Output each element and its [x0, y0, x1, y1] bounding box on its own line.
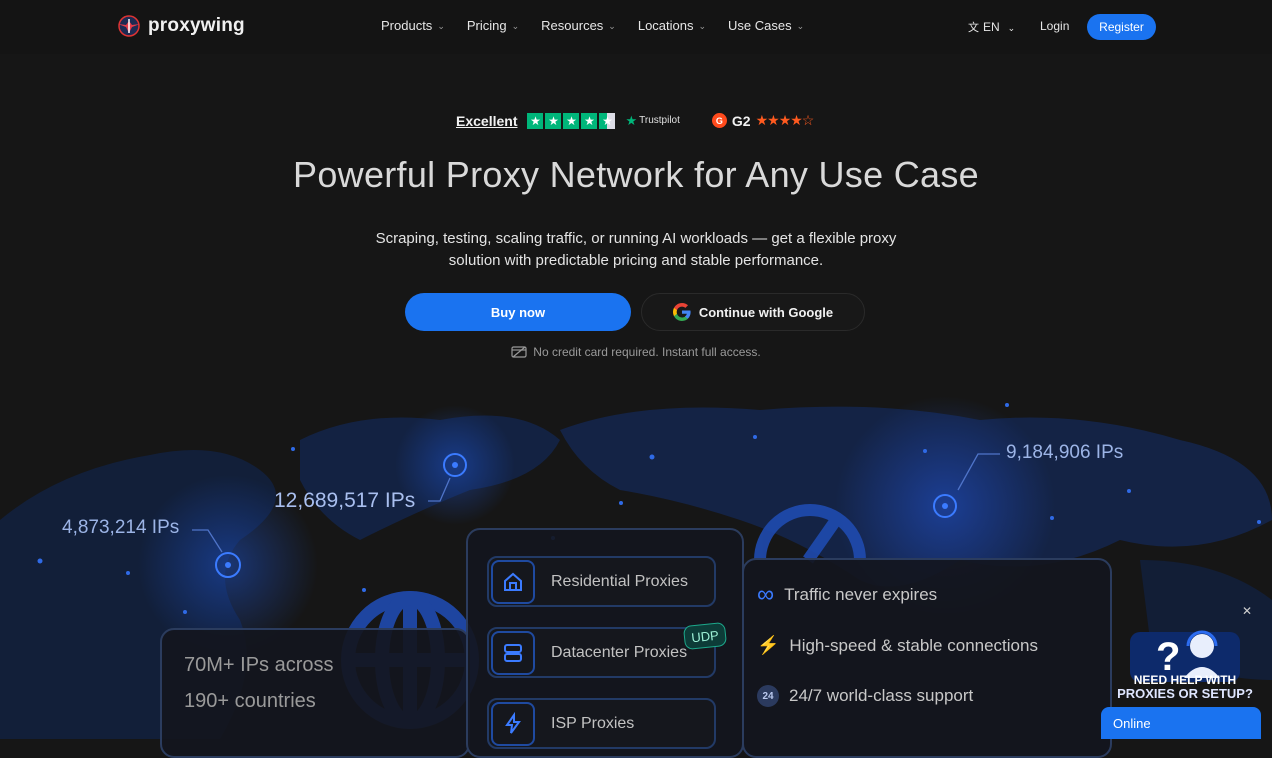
trustpilot-rating-text[interactable]: Excellent — [456, 113, 517, 129]
hero-subtitle: Scraping, testing, scaling traffic, or r… — [0, 228, 1272, 272]
menu-use-cases[interactable]: Use Cases ⌄ — [728, 18, 804, 33]
24-icon: 24 — [757, 685, 779, 707]
trustpilot-star-icon: ★ — [625, 112, 638, 128]
feature-label: 24/7 world-class support — [789, 686, 974, 705]
help-widget-text[interactable]: NEED HELP WITH PROXIES OR SETUP? — [1110, 673, 1260, 701]
ratings-row: Excellent ★ ★ ★ ★ ★ ★ Trustpilot G G2 ★★… — [456, 112, 815, 129]
star-icon: ★ — [581, 112, 598, 129]
google-signin-button[interactable]: Continue with Google — [641, 293, 865, 331]
buy-now-button[interactable]: Buy now — [405, 293, 631, 331]
product-card-isp[interactable]: ISP Proxies — [487, 698, 716, 749]
language-label: EN — [983, 20, 1000, 34]
register-button[interactable]: Register — [1087, 14, 1156, 40]
feature-speed: ⚡ High-speed & stable connections — [757, 635, 1038, 656]
chevron-down-icon: ⌄ — [511, 21, 520, 31]
top-nav: proxywing Products ⌄ Pricing ⌄ Resources ⌄ … — [0, 0, 1272, 54]
server-icon — [491, 630, 535, 675]
login-link[interactable]: Login — [1040, 19, 1069, 33]
chevron-down-icon: ⌄ — [608, 21, 616, 31]
chat-online-bar[interactable]: Online — [1101, 707, 1261, 739]
g2-rating[interactable]: G G2 ★★★★☆ — [711, 112, 815, 129]
chevron-down-icon: ⌄ — [1007, 22, 1016, 33]
menu-label: Pricing — [466, 18, 507, 33]
product-card-datacenter[interactable]: Datacenter Proxies — [487, 627, 716, 678]
menu-resources[interactable]: Resources ⌄ — [541, 18, 616, 33]
wing-logo-icon — [118, 15, 140, 37]
brand-logo[interactable]: proxywing — [116, 13, 245, 39]
g2-logo-icon: G — [711, 113, 727, 128]
feature-label: High-speed & stable connections — [789, 635, 1038, 655]
language-selector[interactable]: 文 EN ⌄ — [968, 19, 1015, 35]
g2-stars: ★★★★☆ — [755, 112, 815, 128]
trustpilot-label: Trustpilot — [639, 115, 680, 126]
star-icon: ★ — [545, 112, 562, 129]
help-line-1: NEED HELP WITH — [1133, 673, 1237, 687]
lightning-icon: ⚡ — [757, 635, 780, 655]
menu-label: Use Cases — [728, 18, 792, 33]
star-icon: ★ — [599, 112, 616, 129]
stat-line-2: 190+ countries — [184, 690, 316, 712]
main-menu: Products ⌄ Pricing ⌄ Resources ⌄ Locations ⌄… — [381, 18, 804, 33]
close-icon[interactable]: ✕ — [1242, 604, 1252, 618]
subtitle-line: solution with predictable pricing and st… — [448, 252, 824, 269]
ip-count-center: 12,689,517 IPs — [274, 489, 416, 512]
page-title: Powerful Proxy Network for Any Use Case — [293, 154, 979, 195]
star-icon: ★ — [527, 112, 544, 129]
feature-traffic: ∞ Traffic never expires — [757, 581, 938, 608]
subtitle-line: Scraping, testing, scaling traffic, or r… — [375, 230, 897, 247]
feature-support: 24 24/7 world-class support — [757, 685, 973, 707]
chevron-down-icon: ⌄ — [796, 21, 805, 31]
translate-icon: 文 — [968, 22, 979, 34]
chevron-down-icon: ⌄ — [698, 21, 707, 31]
ip-count-right: 9,184,906 IPs — [1006, 442, 1124, 463]
home-icon — [491, 559, 535, 604]
brand-name: proxywing — [148, 15, 245, 36]
note-text: No credit card required. Instant full ac… — [533, 345, 761, 359]
product-label: ISP Proxies — [551, 714, 635, 732]
trustpilot-logo[interactable]: ★ Trustpilot — [625, 113, 679, 129]
google-button-label: Continue with Google — [698, 304, 834, 320]
no-card-note: No credit card required. Instant full ac… — [0, 345, 1272, 359]
menu-pricing[interactable]: Pricing ⌄ — [467, 18, 519, 33]
feature-label: Traffic never expires — [784, 585, 938, 604]
menu-products[interactable]: Products ⌄ — [381, 18, 445, 33]
chevron-down-icon: ⌄ — [437, 21, 445, 31]
infinity-icon: ∞ — [757, 581, 775, 608]
product-label: Datacenter Proxies — [551, 643, 688, 661]
stat-line-1: 70M+ IPs across — [184, 654, 334, 676]
g2-label: G2 — [731, 112, 751, 129]
udp-badge: UDP — [682, 621, 728, 651]
menu-label: Locations — [637, 18, 694, 33]
product-card-residential[interactable]: Residential Proxies — [487, 556, 716, 607]
menu-label: Resources — [541, 18, 604, 33]
star-icon: ★ — [563, 112, 580, 129]
menu-locations[interactable]: Locations ⌄ — [638, 18, 706, 33]
product-label: Residential Proxies — [551, 572, 688, 590]
google-icon — [672, 303, 691, 321]
help-line-2: PROXIES OR SETUP? — [1117, 686, 1253, 701]
ip-count-left: 4,873,214 IPs — [62, 517, 180, 538]
menu-label: Products — [381, 18, 433, 33]
card-off-icon — [511, 346, 527, 358]
trustpilot-stars: ★ ★ ★ ★ ★ — [527, 112, 616, 129]
